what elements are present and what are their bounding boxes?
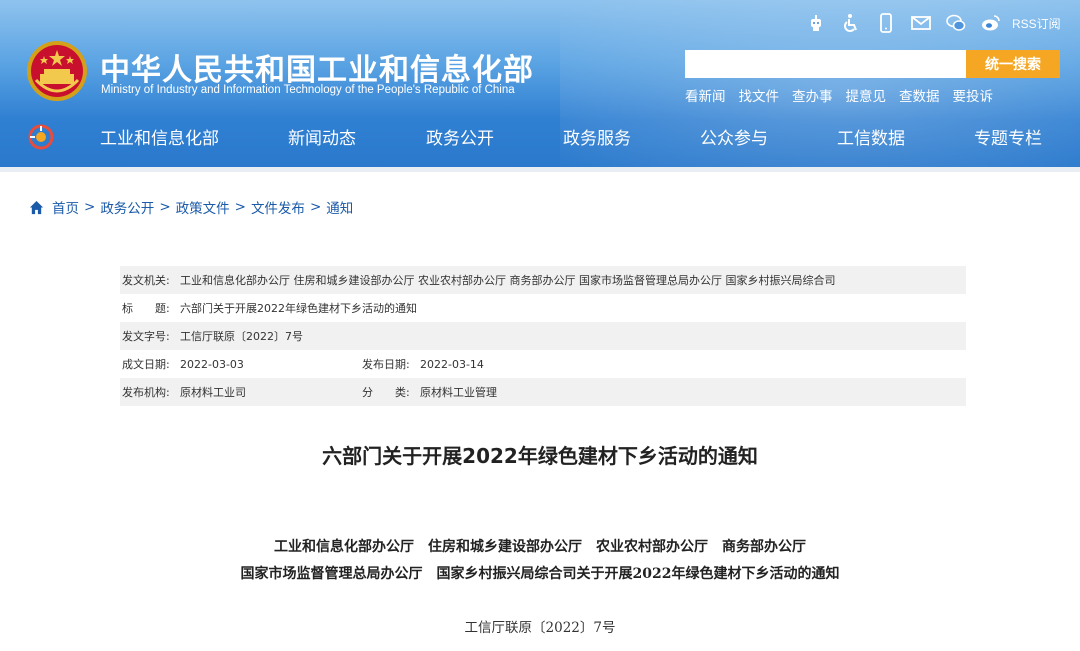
mobile-icon[interactable] [876,12,896,34]
meta-label: 标 题: [122,302,170,315]
breadcrumb-separator: > [309,199,322,215]
mail-icon[interactable] [911,12,931,34]
quick-link-data[interactable]: 查数据 [899,85,940,105]
meta-value: 原材料工业管理 [420,386,497,399]
unified-search-button[interactable]: 统一搜索 [966,50,1060,78]
breadcrumb-doc-release[interactable]: 文件发布 [251,197,305,217]
header-divider [0,167,1080,172]
ministry-logo-icon[interactable] [28,124,54,150]
weibo-icon[interactable] [981,12,1001,34]
quick-link-complaints[interactable]: 要投诉 [953,85,994,105]
site-subtitle: Ministry of Industry and Information Tec… [101,84,515,96]
meta-label: 发文字号: [122,330,170,343]
meta-label: 发布机构: [122,386,170,399]
meta-label: 发布日期: [362,358,410,371]
home-icon[interactable] [29,200,44,215]
meta-row-issuer: 发文机关: 工业和信息化部办公厅 住房和城乡建设部办公厅 农业农村部办公厅 商务… [120,266,966,294]
document-number: 工信厅联原〔2022〕7号 [464,620,616,636]
meta-label: 分 类: [362,386,410,399]
nav-item-gov-affairs[interactable]: 政务公开 [426,124,494,149]
breadcrumb-policy-docs[interactable]: 政策文件 [176,197,230,217]
meta-label: 发文机关: [122,274,170,287]
quick-link-feedback[interactable]: 提意见 [846,85,887,105]
document-heading-line-1: 工业和信息化部办公厅 住房和城乡建设部办公厅 农业农村部办公厅 商务部办公厅 [274,539,806,555]
breadcrumb-separator: > [159,199,171,215]
breadcrumb: 首页 > 政务公开 > 政策文件 > 文件发布 > 通知 [29,197,353,217]
robot-icon[interactable] [806,12,826,34]
meta-value: 六部门关于开展2022年绿色建材下乡活动的通知 [180,302,417,315]
meta-value: 工信厅联原〔2022〕7号 [180,330,303,343]
top-utility-bar: RSS订阅 [806,11,1061,35]
breadcrumb-separator: > [84,199,96,215]
document-heading-line-2: 国家市场监督管理总局办公厅 国家乡村振兴局综合司关于开展2022年绿色建材下乡活… [240,566,840,582]
breadcrumb-home[interactable]: 首页 [52,197,79,217]
nav-item-ministry[interactable]: 工业和信息化部 [100,124,219,149]
meta-row-title: 标 题: 六部门关于开展2022年绿色建材下乡活动的通知 [120,294,966,322]
meta-row-dates: 成文日期: 2022-03-03 发布日期: 2022-03-14 [120,350,966,378]
meta-value: 2022-03-03 [180,357,244,371]
quick-link-documents[interactable]: 找文件 [739,85,780,105]
breadcrumb-separator: > [234,199,246,215]
accessibility-icon[interactable] [841,12,861,34]
meta-value: 工业和信息化部办公厅 住房和城乡建设部办公厅 农业农村部办公厅 商务部办公厅 国… [180,274,836,287]
document-meta-table: 发文机关: 工业和信息化部办公厅 住房和城乡建设部办公厅 农业农村部办公厅 商务… [120,266,966,406]
quick-links: 看新闻 找文件 查办事 提意见 查数据 要投诉 [685,85,1006,105]
main-nav: 工业和信息化部 新闻动态 政务公开 政务服务 公众参与 工信数据 专题专栏 [0,116,1080,158]
meta-row-org-category: 发布机构: 原材料工业司 分 类: 原材料工业管理 [120,378,966,406]
search-input[interactable] [685,50,966,78]
breadcrumb-notice[interactable]: 通知 [326,197,353,217]
site-title[interactable]: 中华人民共和国工业和信息化部 [100,45,534,89]
meta-value: 2022-03-14 [420,357,484,371]
nav-item-topics[interactable]: 专题专栏 [974,124,1042,149]
meta-value: 原材料工业司 [180,386,246,399]
breadcrumb-gov-affairs[interactable]: 政务公开 [100,197,154,217]
quick-link-news[interactable]: 看新闻 [685,85,726,105]
national-emblem-logo[interactable] [26,40,88,102]
quick-link-services[interactable]: 查办事 [792,85,833,105]
wechat-icon[interactable] [946,12,966,34]
meta-row-doc-number: 发文字号: 工信厅联原〔2022〕7号 [120,322,966,350]
site-header: 中华人民共和国工业和信息化部 Ministry of Industry and … [0,0,1080,167]
document-title: 六部门关于开展2022年绿色建材下乡活动的通知 [322,444,758,468]
search-box [685,50,966,78]
nav-item-news[interactable]: 新闻动态 [288,124,356,149]
nav-item-gov-services[interactable]: 政务服务 [563,124,631,149]
nav-item-data[interactable]: 工信数据 [837,124,905,149]
nav-item-public-participation[interactable]: 公众参与 [700,124,768,149]
meta-label: 成文日期: [122,358,170,371]
rss-subscribe-link[interactable]: RSS订阅 [1012,15,1061,32]
